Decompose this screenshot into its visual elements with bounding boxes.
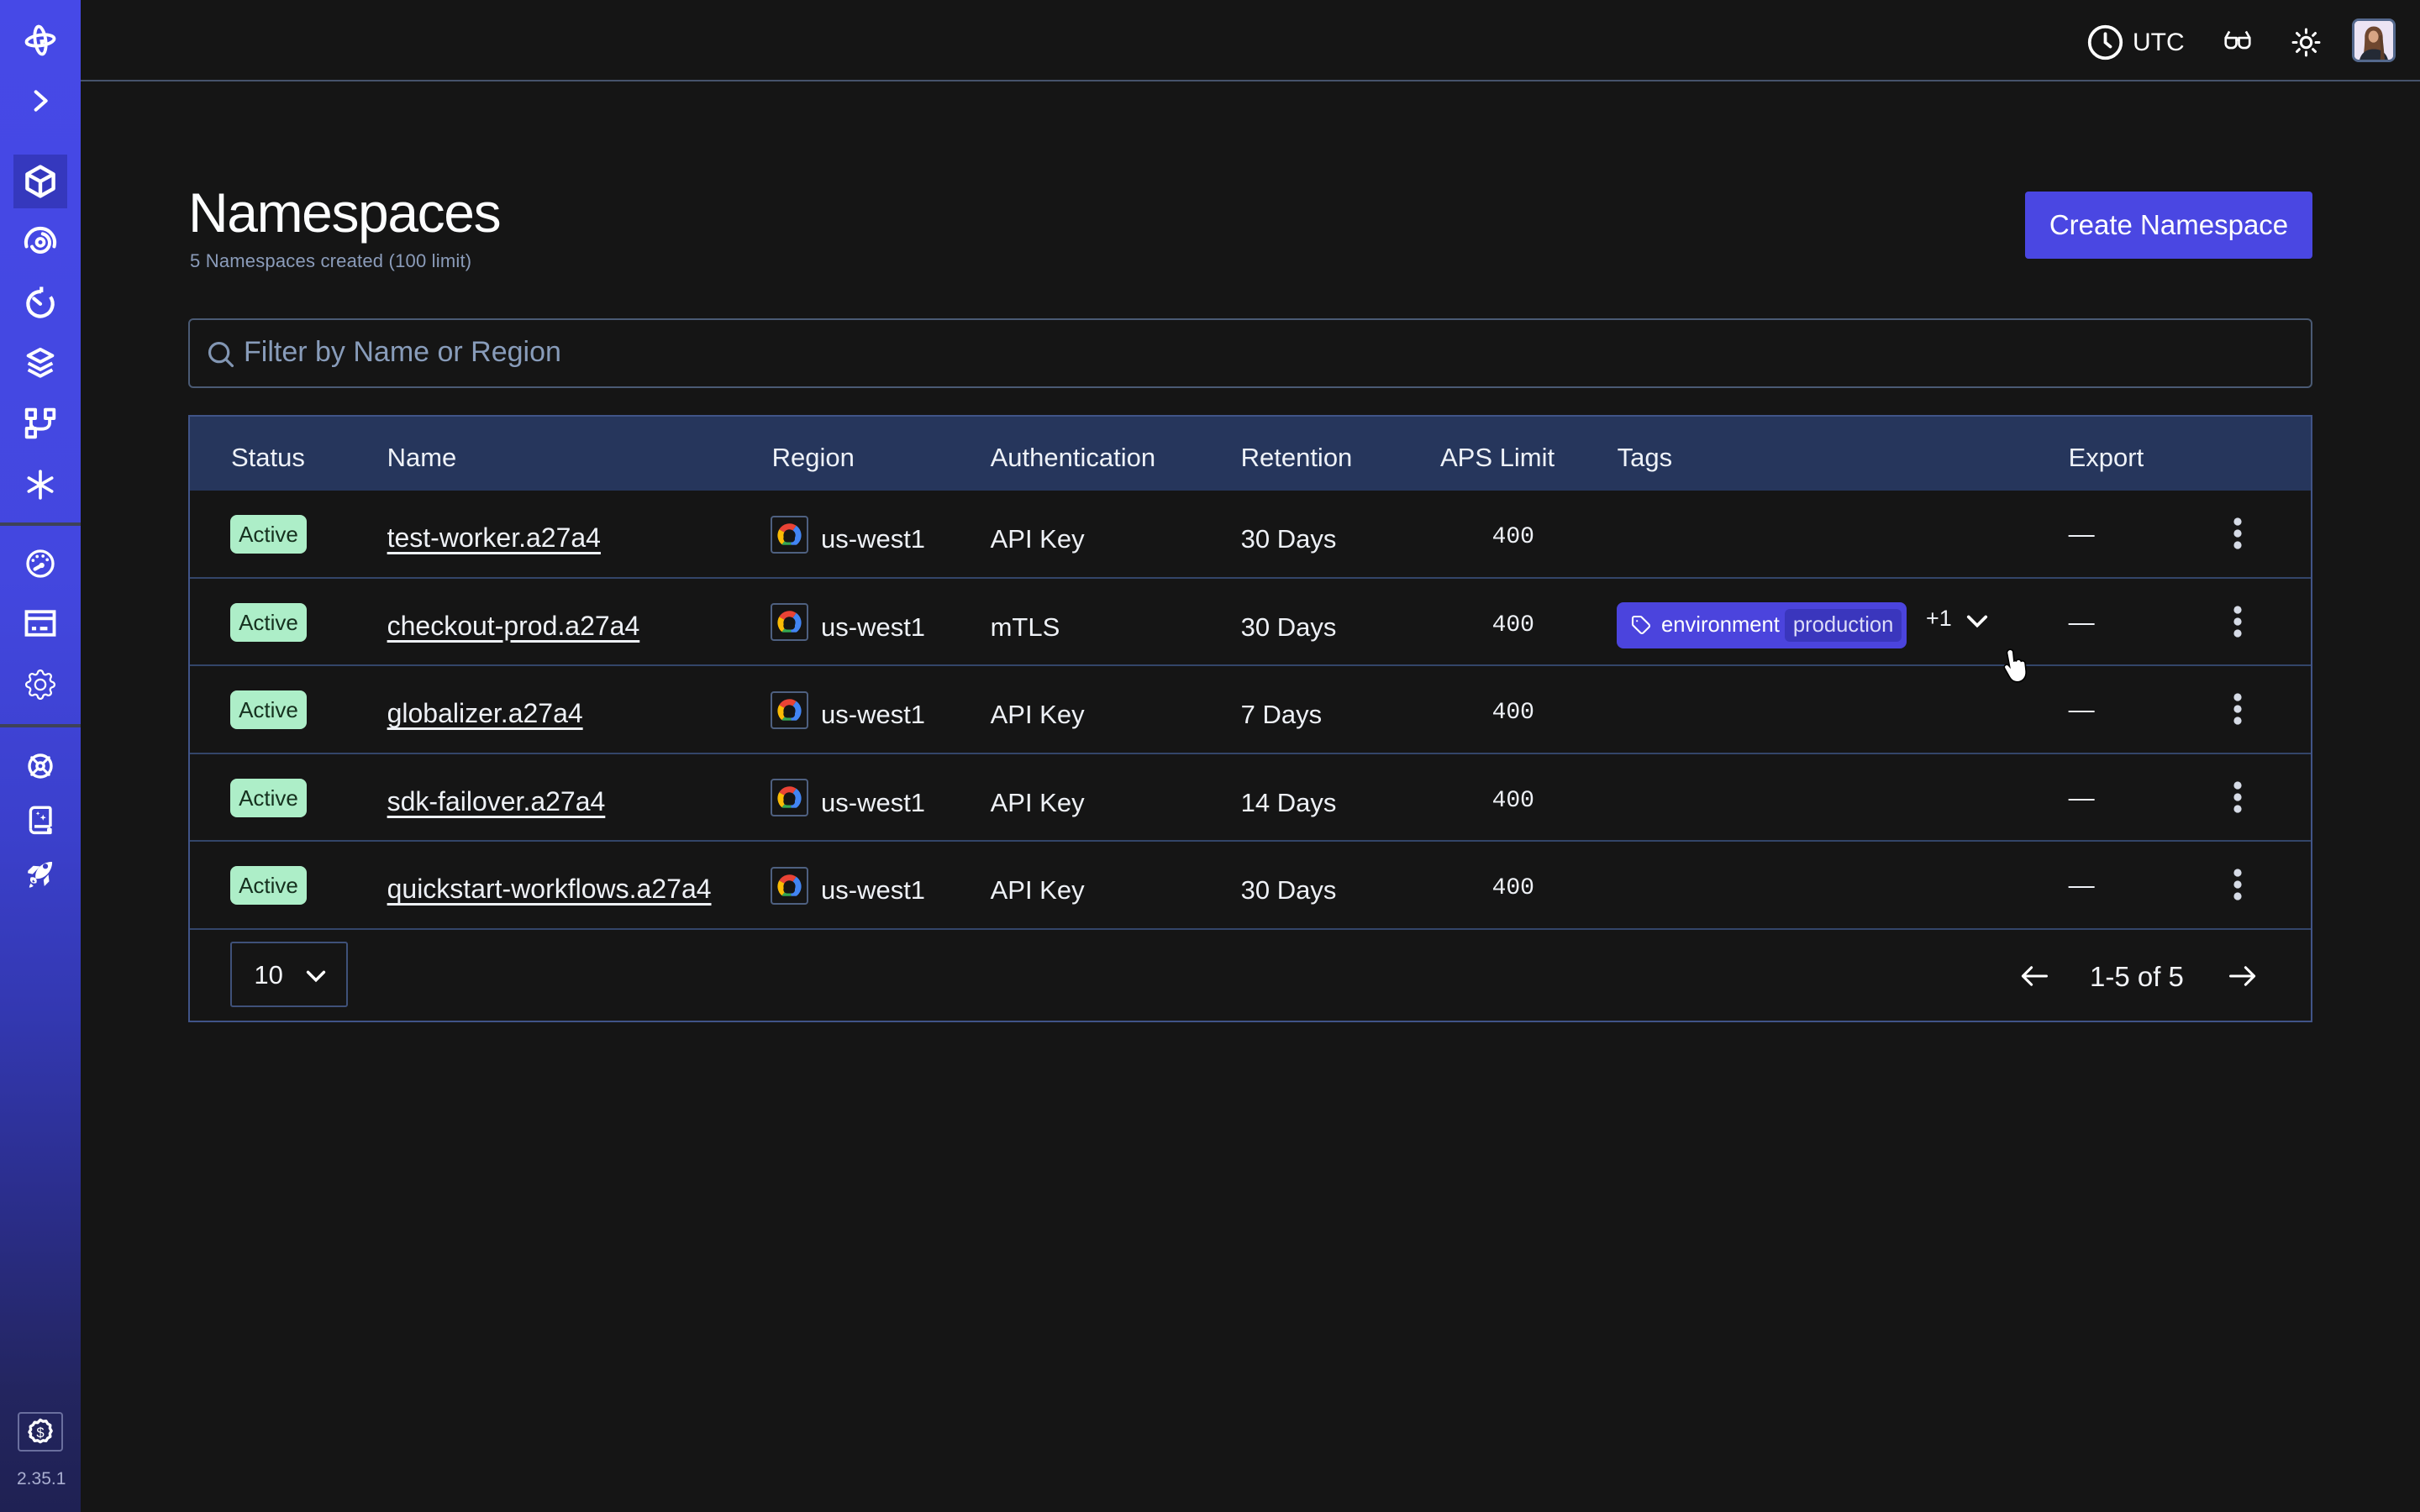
svg-text:$: $ — [36, 1425, 44, 1441]
